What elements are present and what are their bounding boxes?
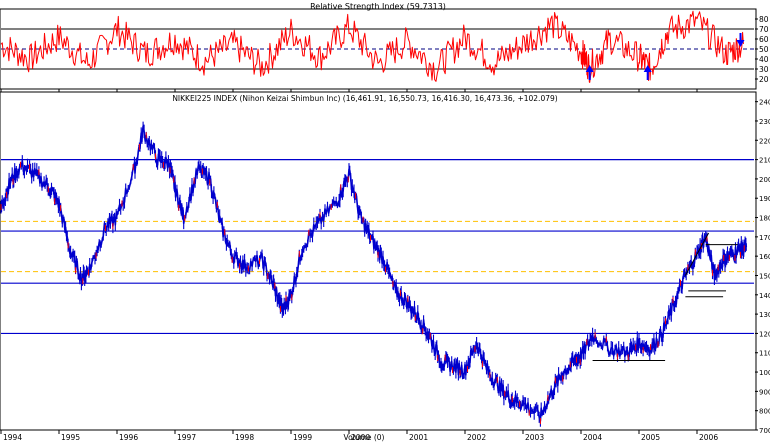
- x-axis-label: Volume (0): [344, 433, 385, 442]
- price-y-tick-label: 10000: [759, 369, 770, 377]
- x-tick-label: 2004: [583, 433, 602, 442]
- price-y-tick-label: 21000: [759, 157, 770, 165]
- chart-window: Relative Strength Index (59.7313) 20 30 40…: [0, 0, 770, 442]
- price-title: NIKKEI225 INDEX (Nihon Keizai Shimbun In…: [172, 94, 557, 103]
- rsi-y-tick-label: 30: [759, 65, 769, 74]
- price-y-tick-label: 24000: [759, 99, 770, 107]
- x-tick-label: 1997: [177, 433, 196, 442]
- price-y-tick-label: 23000: [759, 118, 770, 126]
- x-tick-label: 2005: [641, 433, 660, 442]
- rsi-y-tick-label: 20: [759, 75, 769, 84]
- price-y-tick-label: 14000: [759, 292, 770, 300]
- x-tick-label: 1996: [119, 433, 138, 442]
- price-y-tick-label: 11000: [759, 350, 770, 358]
- price-y-tick-label: 22000: [759, 137, 770, 145]
- price-y-tick-label: 17000: [759, 234, 770, 242]
- x-tick-label: 2006: [699, 433, 718, 442]
- price-y-tick-label: 12000: [759, 330, 770, 338]
- rsi-title: Relative Strength Index (59.7313): [310, 2, 446, 11]
- price-y-tick-label: 15000: [759, 272, 770, 280]
- price-y-tick-label: 9000: [759, 388, 770, 396]
- price-panel: NIKKEI225 INDEX (Nihon Keizai Shimbun In…: [0, 91, 770, 435]
- rsi-y-tick-label: 40: [759, 55, 769, 64]
- price-y-tick-label: 16000: [759, 253, 770, 261]
- x-tick-label: 1999: [293, 433, 312, 442]
- x-tick-label: 1994: [3, 433, 22, 442]
- rsi-y-tick-label: 60: [759, 35, 769, 44]
- price-y-tick-label: 20000: [759, 176, 770, 184]
- price-y-tick-label: 13000: [759, 311, 770, 319]
- rsi-panel: Relative Strength Index (59.7313) 203040…: [0, 2, 769, 90]
- rsi-y-tick-label: 50: [759, 45, 769, 54]
- x-tick-label: 2002: [467, 433, 486, 442]
- price-y-tick-label: 18000: [759, 215, 770, 223]
- price-y-tick-label: 7000: [759, 427, 770, 435]
- chart-svg: Relative Strength Index (59.7313) 203040…: [0, 0, 770, 442]
- x-tick-label: 1995: [61, 433, 80, 442]
- x-tick-label: 1998: [235, 433, 254, 442]
- price-y-tick-label: 19000: [759, 195, 770, 203]
- rsi-y-tick-label: 70: [759, 25, 769, 34]
- price-y-tick-label: 8000: [759, 408, 770, 416]
- x-tick-label: 2001: [409, 433, 428, 442]
- x-tick-label: 2003: [525, 433, 544, 442]
- rsi-y-tick-label: 80: [759, 15, 769, 24]
